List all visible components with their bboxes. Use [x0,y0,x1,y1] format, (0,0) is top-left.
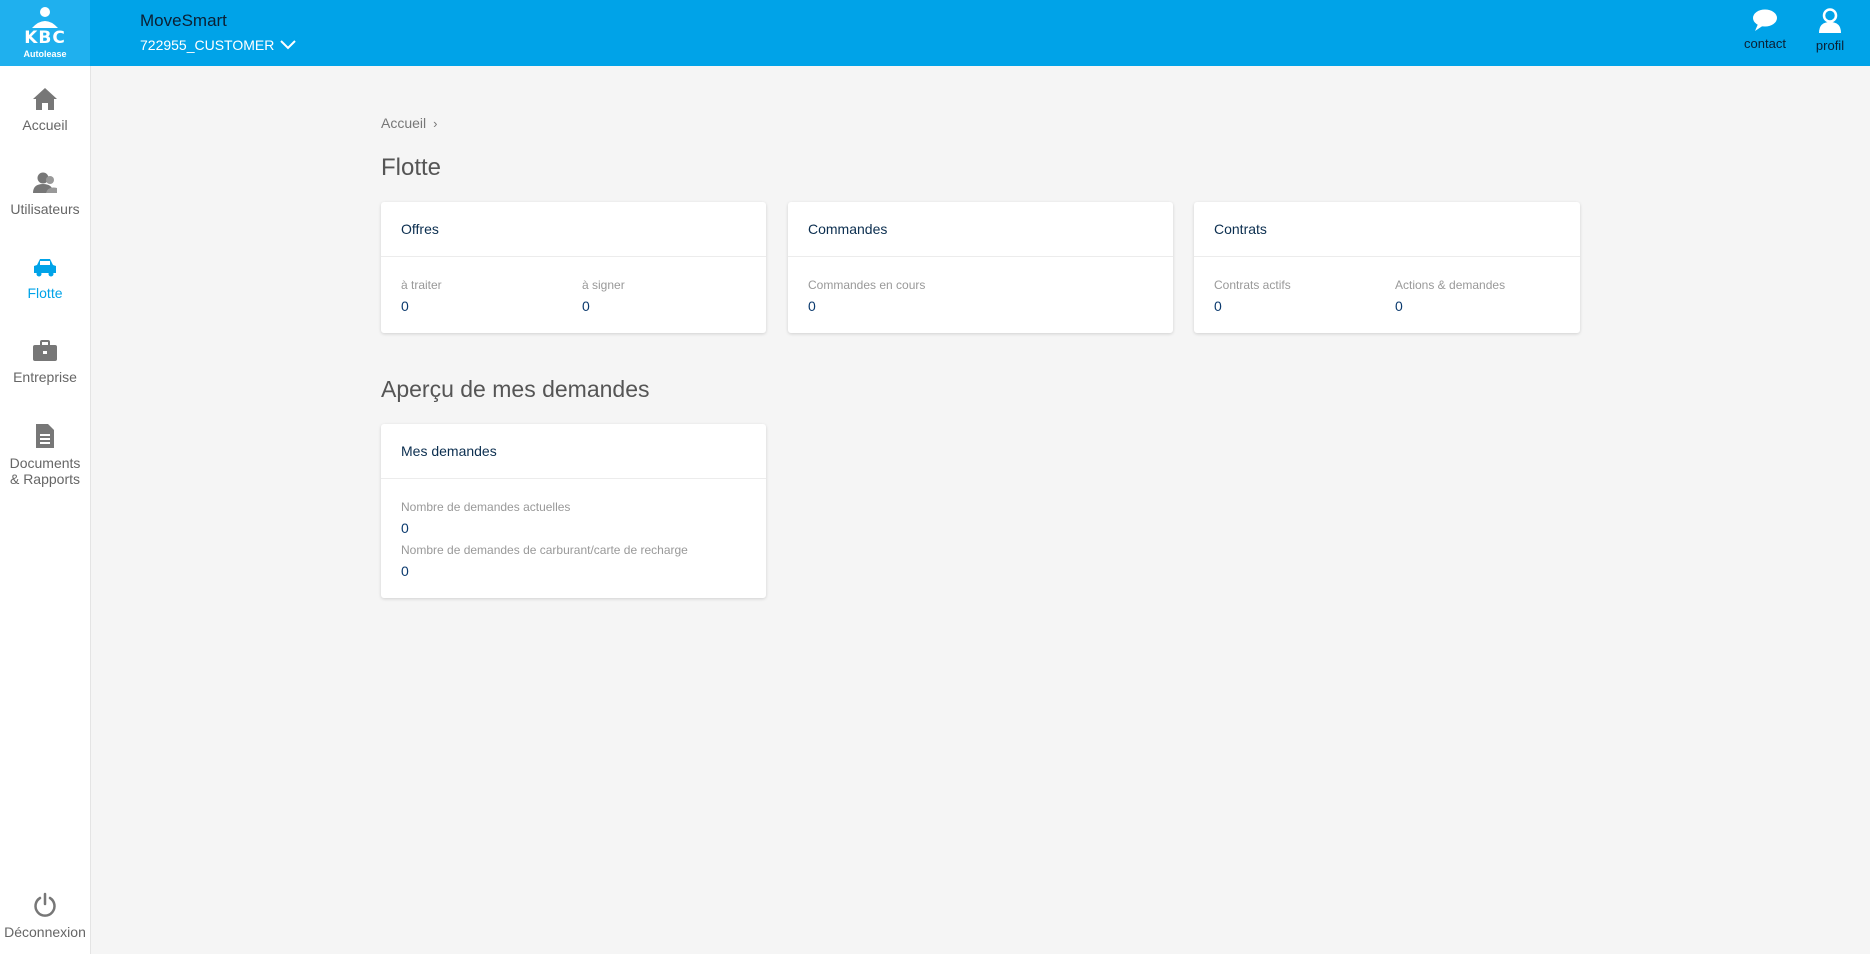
card-title[interactable]: Offres [381,202,766,257]
power-icon [34,892,56,917]
sidebar-item-label: Utilisateurs [10,201,80,217]
chat-icon [1753,9,1777,31]
sidebar-item-label: Entreprise [13,369,77,385]
section-title: Aperçu de mes demandes [381,376,650,402]
card-title[interactable]: Contrats [1194,202,1580,257]
sidebar-item-accueil[interactable]: Accueil [0,87,90,133]
main-content: Accueil › Flotte Offres à traiter 0 à si… [90,66,1870,954]
stat-value[interactable]: 0 [582,298,590,314]
sidebar-item-documents[interactable]: Documents & Rapports [0,423,90,487]
logout-button[interactable]: Déconnexion [0,892,90,940]
car-icon [34,259,56,277]
contrats-card[interactable]: Contrats Contrats actifs 0 Actions & dem… [1194,202,1580,333]
stat-value[interactable]: 0 [1395,298,1403,314]
sidebar-item-flotte[interactable]: Flotte [0,255,90,301]
app-title: MoveSmart [140,11,227,30]
breadcrumb-home[interactable]: Accueil [381,115,426,131]
stat-value[interactable]: 0 [808,298,816,314]
card-title[interactable]: Commandes [788,202,1173,257]
sidebar-item-utilisateurs[interactable]: Utilisateurs [0,171,90,217]
briefcase-icon [33,340,57,361]
stat-label: Actions & demandes [1395,278,1506,292]
sidebar-item-label: Documents [9,455,81,471]
stat-label: à traiter [401,278,442,292]
stat-value[interactable]: 0 [401,563,409,579]
stat-value[interactable]: 0 [401,298,409,314]
home-icon [33,88,57,110]
sidebar-item-label: Flotte [27,285,63,301]
kbc-logo[interactable]: KBC Autolease [0,0,90,66]
commandes-card[interactable]: Commandes Commandes en cours 0 [788,202,1173,333]
top-bar: KBC Autolease MoveSmart 722955_CUSTOMER … [0,0,1870,66]
sidebar: Accueil Utilisateurs Flotte Entreprise D… [0,66,91,954]
sidebar-item-label-line2: & Rapports [9,471,81,487]
stat-value[interactable]: 0 [401,520,409,536]
logo-text: KBC [24,28,66,48]
logo-subtext: Autolease [23,49,67,59]
card-title[interactable]: Mes demandes [381,424,766,479]
customer-selector[interactable]: 722955_CUSTOMER [140,37,297,53]
chevron-down-icon [280,40,297,50]
sidebar-item-label: Accueil [22,117,68,133]
users-icon [33,172,57,193]
breadcrumb-separator: › [433,115,438,131]
document-icon [36,424,54,448]
sidebar-item-entreprise[interactable]: Entreprise [0,339,90,385]
stat-label: Nombre de demandes de carburant/carte de… [401,543,688,557]
stat-label: Commandes en cours [808,278,926,292]
stat-label: Contrats actifs [1214,278,1291,292]
page-title: Flotte [381,154,442,181]
customer-label: 722955_CUSTOMER [140,37,275,53]
profile-button[interactable]: profil [1800,8,1860,53]
profile-label: profil [1815,38,1845,53]
offres-card[interactable]: Offres à traiter 0 à signer 0 [381,202,766,333]
stat-value[interactable]: 0 [1214,298,1222,314]
user-icon [1819,8,1841,33]
logout-label: Déconnexion [4,924,86,940]
breadcrumb: Accueil › [381,115,437,131]
stat-label: à signer [582,278,625,292]
contact-label: contact [1744,36,1786,51]
mes-demandes-card[interactable]: Mes demandes Nombre de demandes actuelle… [381,424,766,598]
contact-button[interactable]: contact [1735,8,1795,51]
stat-label: Nombre de demandes actuelles [401,500,571,514]
